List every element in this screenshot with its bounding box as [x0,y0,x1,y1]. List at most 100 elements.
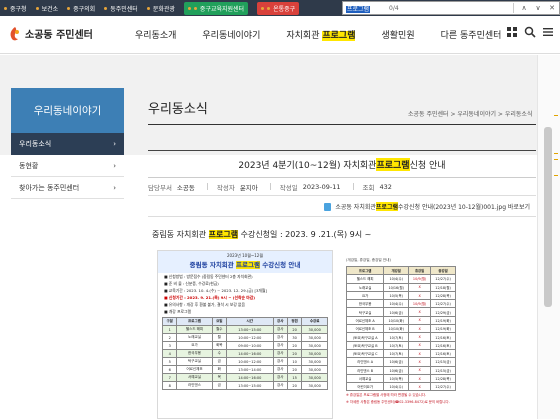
find-input[interactable]: 프로그램 [343,3,383,13]
lnb-item-visiting-label: 찾아가는 동주민센터 [19,183,80,192]
table-row: 한국무용 10/4(수) 10/9(월) 12/27(수) [346,299,456,309]
table-cell: (토요)탁구교실 B [346,340,385,350]
table-row: 요가 10/5(목) X 12/28(목) [346,290,456,301]
table-cell: 20 [286,341,303,350]
table-cell: 10/6(금) [383,365,410,375]
table-cell: X [408,365,432,375]
left-nav: 우리동소식 › 동현황 › 찾아가는 동주민센터 › [11,133,124,199]
meta-writer-label: 작성자 [216,183,235,192]
header-icons [506,26,554,38]
schedule-note: ※ 휴강일은 프로그램별 사정에 따라 변경될 수 있습니다. [346,393,427,398]
table-cell: 강사 [272,357,288,366]
gnb-item-civil[interactable]: 생활민원 [381,28,414,41]
education-center-button[interactable]: 중구교육지원센터 [183,1,249,15]
table-row: 4 한국무용 수 14:00~16:00 강사 20 30,000 [161,349,328,358]
lnb-item-status-label: 동현황 [19,161,39,170]
table-cell: 15 [286,373,303,382]
table-cell: 20 [286,349,303,358]
poster-col-header: 구분 [161,317,178,326]
find-match-marker [554,153,558,154]
table-cell: 10/9(월) [408,274,432,284]
gnb-item-programs[interactable]: 자치회관 프로그램 [286,28,356,41]
table-cell: X [408,307,432,317]
find-close-icon[interactable]: ✕ [545,4,559,12]
table-cell: 10/5(목) [383,290,410,301]
top-link-council[interactable]: 중구의회 [67,4,95,13]
lnb-item-visiting-center[interactable]: 찾아가는 동주민센터 › [11,177,124,199]
find-prev-icon[interactable]: ∧ [517,4,531,12]
table-cell: X [408,332,432,342]
table-cell: 어린이요가 [346,382,385,392]
menu-icon[interactable] [542,26,554,38]
gnb-item-stories[interactable]: 우리동네이야기 [202,28,260,41]
gnb-item-other-centers[interactable]: 다른 동주민센터 [441,28,502,41]
ontong-junggu-button[interactable]: 온통중구 [257,1,300,15]
scrollbar-thumb[interactable] [544,127,552,307]
gnb-item-about[interactable]: 우리동소개 [135,28,176,41]
table-cell: 12/27(수) [430,274,456,284]
poster-title-post: 수강신청 안내 [259,261,301,269]
find-match-marker [554,175,558,176]
find-query: 프로그램 [346,5,371,13]
site-header: 소공동 주민센터 우리동소개 우리동네이야기 자치회관 프로그램 생활민원 다른… [0,16,560,54]
table-cell: 서예교실 [176,373,213,382]
search-icon[interactable] [524,26,536,38]
table-cell: 화 [211,365,227,374]
table-cell: X [408,382,432,392]
table-cell: 12/27(수) [430,299,456,309]
table-cell: 라인댄스 A [346,357,385,367]
table-cell: 강사 [272,373,288,382]
table-cell: 30,000 [301,333,328,342]
table-row: (토요)탁구교실 C 10/7(토) X 12/16(토) [346,348,456,359]
table-row: 라인댄스 B 10/6(금) X 12/15(금) [346,365,456,375]
main-nav: 우리동소개 우리동네이야기 자치회관 프로그램 생활민원 다른 동주민센터 [135,28,527,41]
sitemap-icon[interactable] [506,26,518,38]
post-title-post: 신청 안내 [409,160,446,171]
table-cell: 10/5(목) [383,373,410,384]
table-row: 어린이요가 10/4(수) X 12/27(수) [346,382,456,392]
table-row: 탁구교실 10/6(금) X 12/29(금) [346,307,456,317]
table-cell: 10/6(금) [383,307,410,317]
table-cell: 헬스드 해피 [176,325,213,334]
table-row: 7 서예교실 목 14:00~16:00 강사 15 30,000 [161,373,328,382]
table-cell: 12/19(화) [430,315,456,326]
lnb-item-news[interactable]: 우리동소식 › [11,133,124,155]
find-match-marker [554,115,558,116]
table-cell: 한국무용 [176,349,213,358]
table-cell: 13:00~15:00 [225,381,274,390]
lnb-item-status[interactable]: 동현황 › [11,155,124,177]
top-link-health[interactable]: 보건소 [36,4,59,13]
table-cell: 월수 [211,325,227,334]
schedule-image: (개강일, 휴강일, 종강일 안내) 프로그램 개강일 휴강일 종강일 헬스드 해피 1… [346,258,456,419]
table-cell: 10/7(토) [383,332,410,342]
schedule-table-body: 헬스드 해피 10/4(수) 10/9(월) 12/27(수) 노래교실 10/16(월)… [346,274,456,392]
find-next-icon[interactable]: ∨ [531,4,545,12]
table-cell: 12/19(화) [430,324,456,334]
table-cell: 강사 [272,365,288,374]
table-cell: 20 [286,365,303,374]
table-cell: 강사 [272,325,288,334]
table-cell: 라인댄스 [176,381,213,390]
top-link-dong-center[interactable]: 동주민센터 [104,4,138,13]
poster-line: ■ 신청방법 : 방문접수 (중림동 주민센터 2층 자치회관) [164,274,253,279]
find-count: 0/4 [389,4,399,12]
program-poster-image: 2023년 10월~12월 중림동 자치회관 프로그램 수강신청 안내 ■ 신청… [157,250,333,419]
poster-header: 2023년 10월~12월 중림동 자치회관 프로그램 수강신청 안내 [158,251,332,273]
table-row: (토요)탁구교실 B 10/7(토) X 12/16(토) [346,340,456,350]
top-link-culture[interactable]: 문화관광 [147,4,175,13]
site-logo[interactable]: 소공동 주민센터 [9,26,93,41]
attachment-row[interactable]: 소공동 자치회관 프로그램 수강신청 안내(2023년 10-12월)001.j… [148,197,536,217]
poster-line: ■ 교육기간 : 2023. 10. 4.(수) ~ 2023. 12. 29.… [164,288,267,293]
table-cell: 강사 [272,341,288,350]
top-link-junggu[interactable]: 중구청 [4,4,27,13]
lead-highlight: 프로그램 [208,230,239,239]
table-cell: 13:00~15:00 [225,325,274,334]
table-row: 2 노래교실 월 10:00~12:00 강사 30 30,000 [161,333,328,342]
page-scrollbar[interactable] [537,55,560,419]
table-cell: 1 [161,325,178,334]
meta-writer-value: 윤지아 [239,183,258,192]
table-row: 어르신체조 B 10/10(화) X 12/19(화) [346,324,456,334]
find-match-marker [554,159,558,160]
table-cell: X [408,357,432,367]
table-cell: 노래교실 [176,333,213,342]
